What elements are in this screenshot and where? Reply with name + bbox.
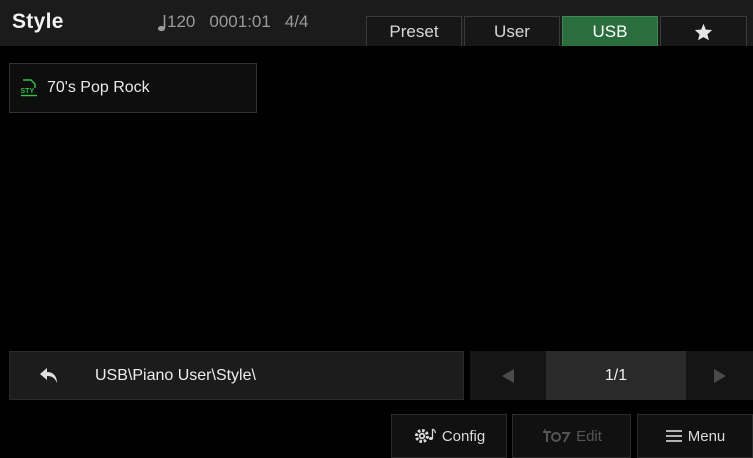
config-label: Config (441, 427, 486, 445)
list-item[interactable]: STY 70's Pop Rock (9, 63, 257, 113)
back-arrow-icon (40, 367, 57, 383)
page-title: Style (12, 10, 64, 33)
tab-usb[interactable]: USB (562, 16, 658, 46)
tab-favorites[interactable] (660, 16, 747, 46)
triangle-left-icon (502, 368, 514, 383)
menu-button[interactable]: Menu (637, 414, 753, 458)
file-name: 70's Pop Rock (47, 79, 150, 96)
pager: 1/1 (470, 351, 753, 400)
back-button[interactable] (10, 352, 90, 399)
next-page-button[interactable] (686, 351, 753, 400)
song-position: 0001:01 (209, 12, 271, 31)
time-signature: 4/4 (284, 12, 309, 31)
tempo-value: 120 (167, 12, 196, 31)
status-readout: 120 0001:01 4/4 (157, 12, 308, 32)
tab-preset[interactable]: Preset (366, 16, 462, 46)
tab-user[interactable]: User (464, 16, 560, 46)
prev-page-button[interactable] (470, 351, 546, 400)
source-tabs: Preset User USB (366, 16, 747, 46)
config-button[interactable]: Config (391, 414, 507, 458)
edit-label: Edit (576, 427, 602, 445)
sty-icon-text: STY (21, 88, 35, 95)
star-icon (694, 23, 713, 40)
path-bar: USB\Piano User\Style\ (9, 351, 464, 400)
triangle-right-icon (713, 368, 726, 383)
header-bar: Style 120 0001:01 4/4 Preset User USB (0, 0, 753, 46)
page-indicator: 1/1 (546, 351, 686, 400)
edit-button[interactable]: Edit (512, 414, 631, 458)
gear-music-icon (414, 428, 436, 443)
current-path: USB\Piano User\Style\ (95, 367, 256, 384)
tempo-display: 120 (157, 12, 195, 32)
file-list-area: STY 70's Pop Rock (0, 46, 753, 350)
hamburger-menu-icon (665, 430, 682, 442)
sty-file-icon: STY (20, 79, 37, 97)
menu-label: Menu (687, 427, 726, 445)
quarter-note-icon (157, 15, 166, 32)
edit-tool-icon (543, 429, 571, 443)
